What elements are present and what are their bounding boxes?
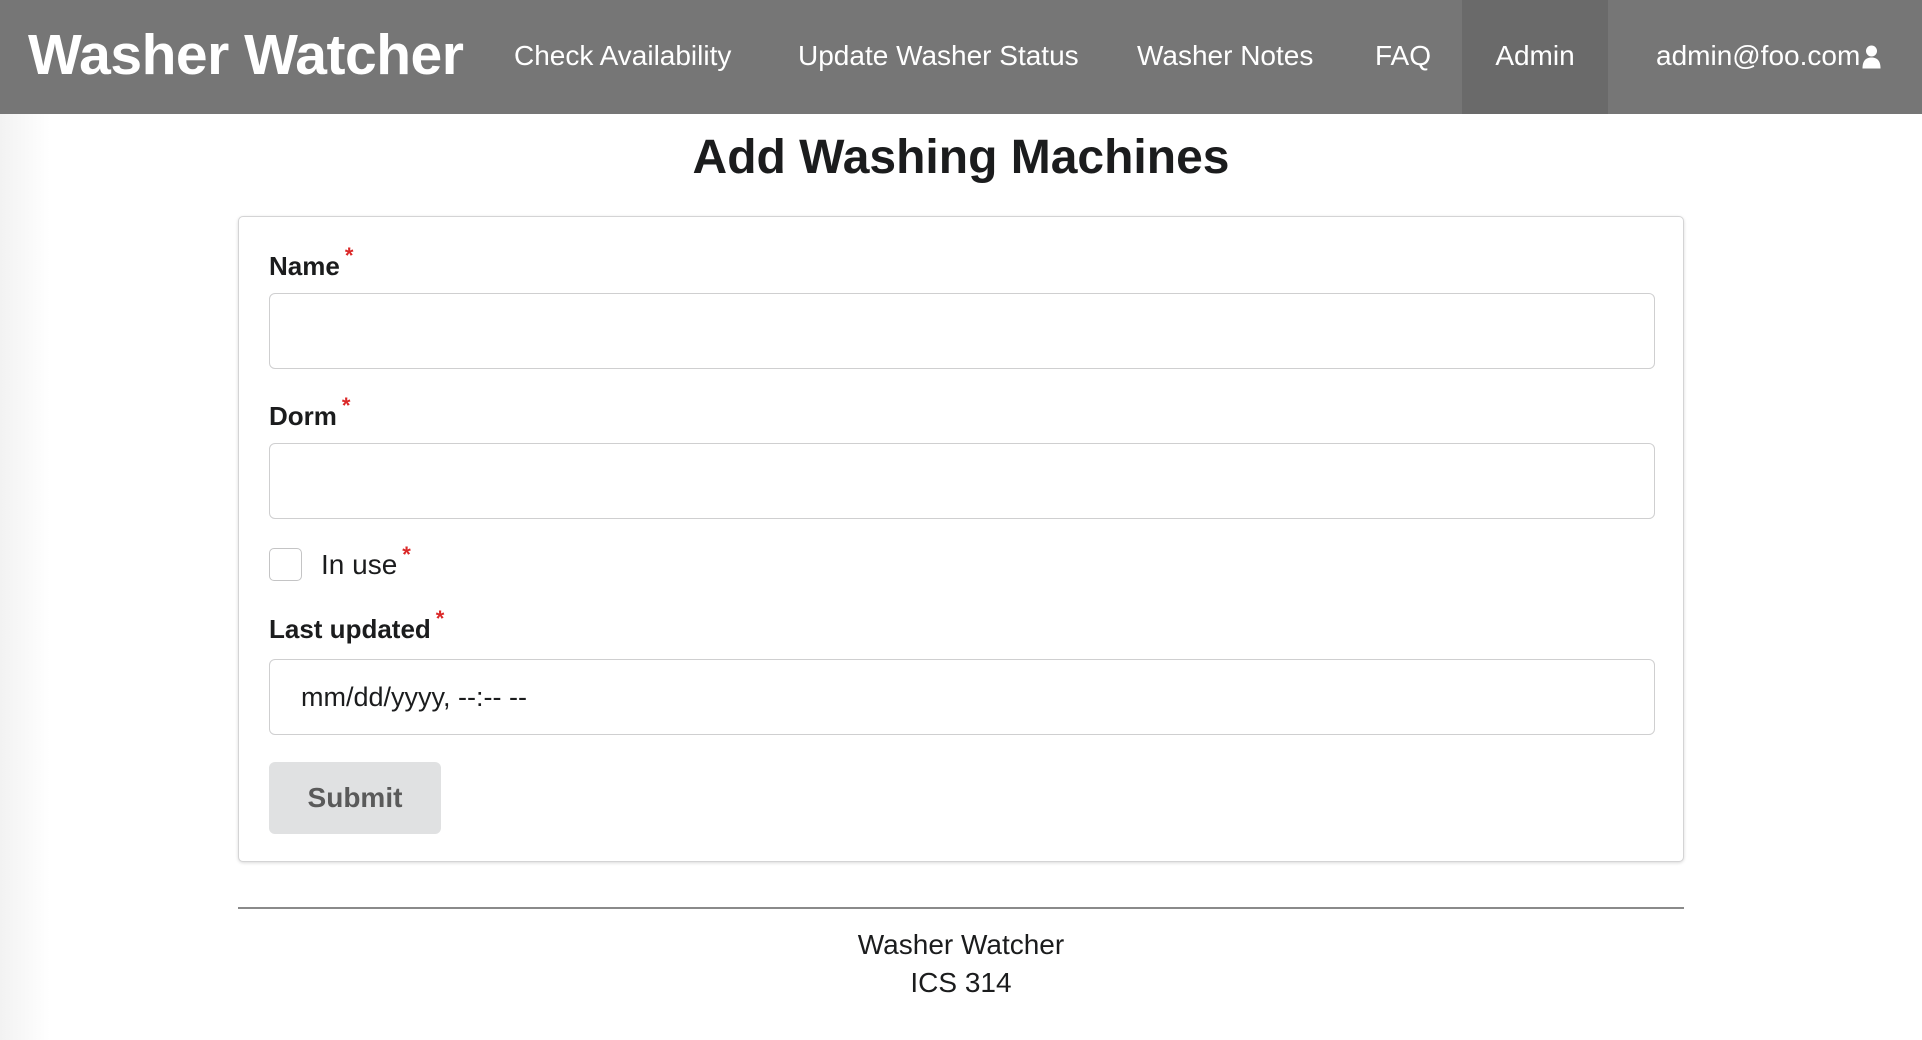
dorm-label: Dorm *: [269, 393, 350, 432]
last-updated-label: Last updated *: [269, 606, 444, 645]
footer-course: ICS 314: [910, 967, 1012, 998]
required-marker: *: [344, 243, 354, 268]
required-marker: *: [435, 606, 445, 631]
last-updated-input[interactable]: mm/dd/yyyy, --:-- --: [269, 659, 1655, 735]
user-icon: [1862, 45, 1881, 69]
datetime-placeholder: mm/dd/yyyy, --:-- --: [301, 682, 527, 712]
brand-logo[interactable]: Washer Watcher: [28, 0, 464, 114]
nav-update-washer-status[interactable]: Update Washer Status: [798, 0, 1079, 114]
top-navbar: Washer Watcher Check Availability Update…: [0, 0, 1922, 114]
nav-faq[interactable]: FAQ: [1375, 0, 1431, 114]
dorm-input[interactable]: [269, 443, 1655, 519]
nav-washer-notes[interactable]: Washer Notes: [1137, 0, 1313, 114]
in-use-checkbox[interactable]: [269, 548, 302, 581]
footer-app-name: Washer Watcher: [857, 929, 1065, 960]
dorm-label-text: Dorm: [269, 401, 337, 431]
user-email: admin@foo.com: [1656, 40, 1861, 71]
required-marker: *: [341, 393, 351, 418]
submit-button[interactable]: Submit: [269, 762, 441, 834]
page-title: Add Washing Machines: [692, 131, 1230, 184]
nav-check-availability[interactable]: Check Availability: [514, 0, 731, 114]
add-washer-form: Name * Dorm * In use * Last updated * mm/dd/…: [238, 216, 1684, 862]
nav-admin[interactable]: Admin: [1462, 0, 1608, 114]
required-marker: *: [402, 542, 411, 567]
name-label-text: Name: [269, 251, 340, 281]
name-label: Name *: [269, 243, 353, 282]
footer-divider: [238, 907, 1684, 909]
in-use-label-text: In use: [321, 549, 398, 580]
name-input[interactable]: [269, 293, 1655, 369]
in-use-label[interactable]: In use *: [321, 542, 411, 585]
last-updated-label-text: Last updated: [269, 614, 431, 644]
